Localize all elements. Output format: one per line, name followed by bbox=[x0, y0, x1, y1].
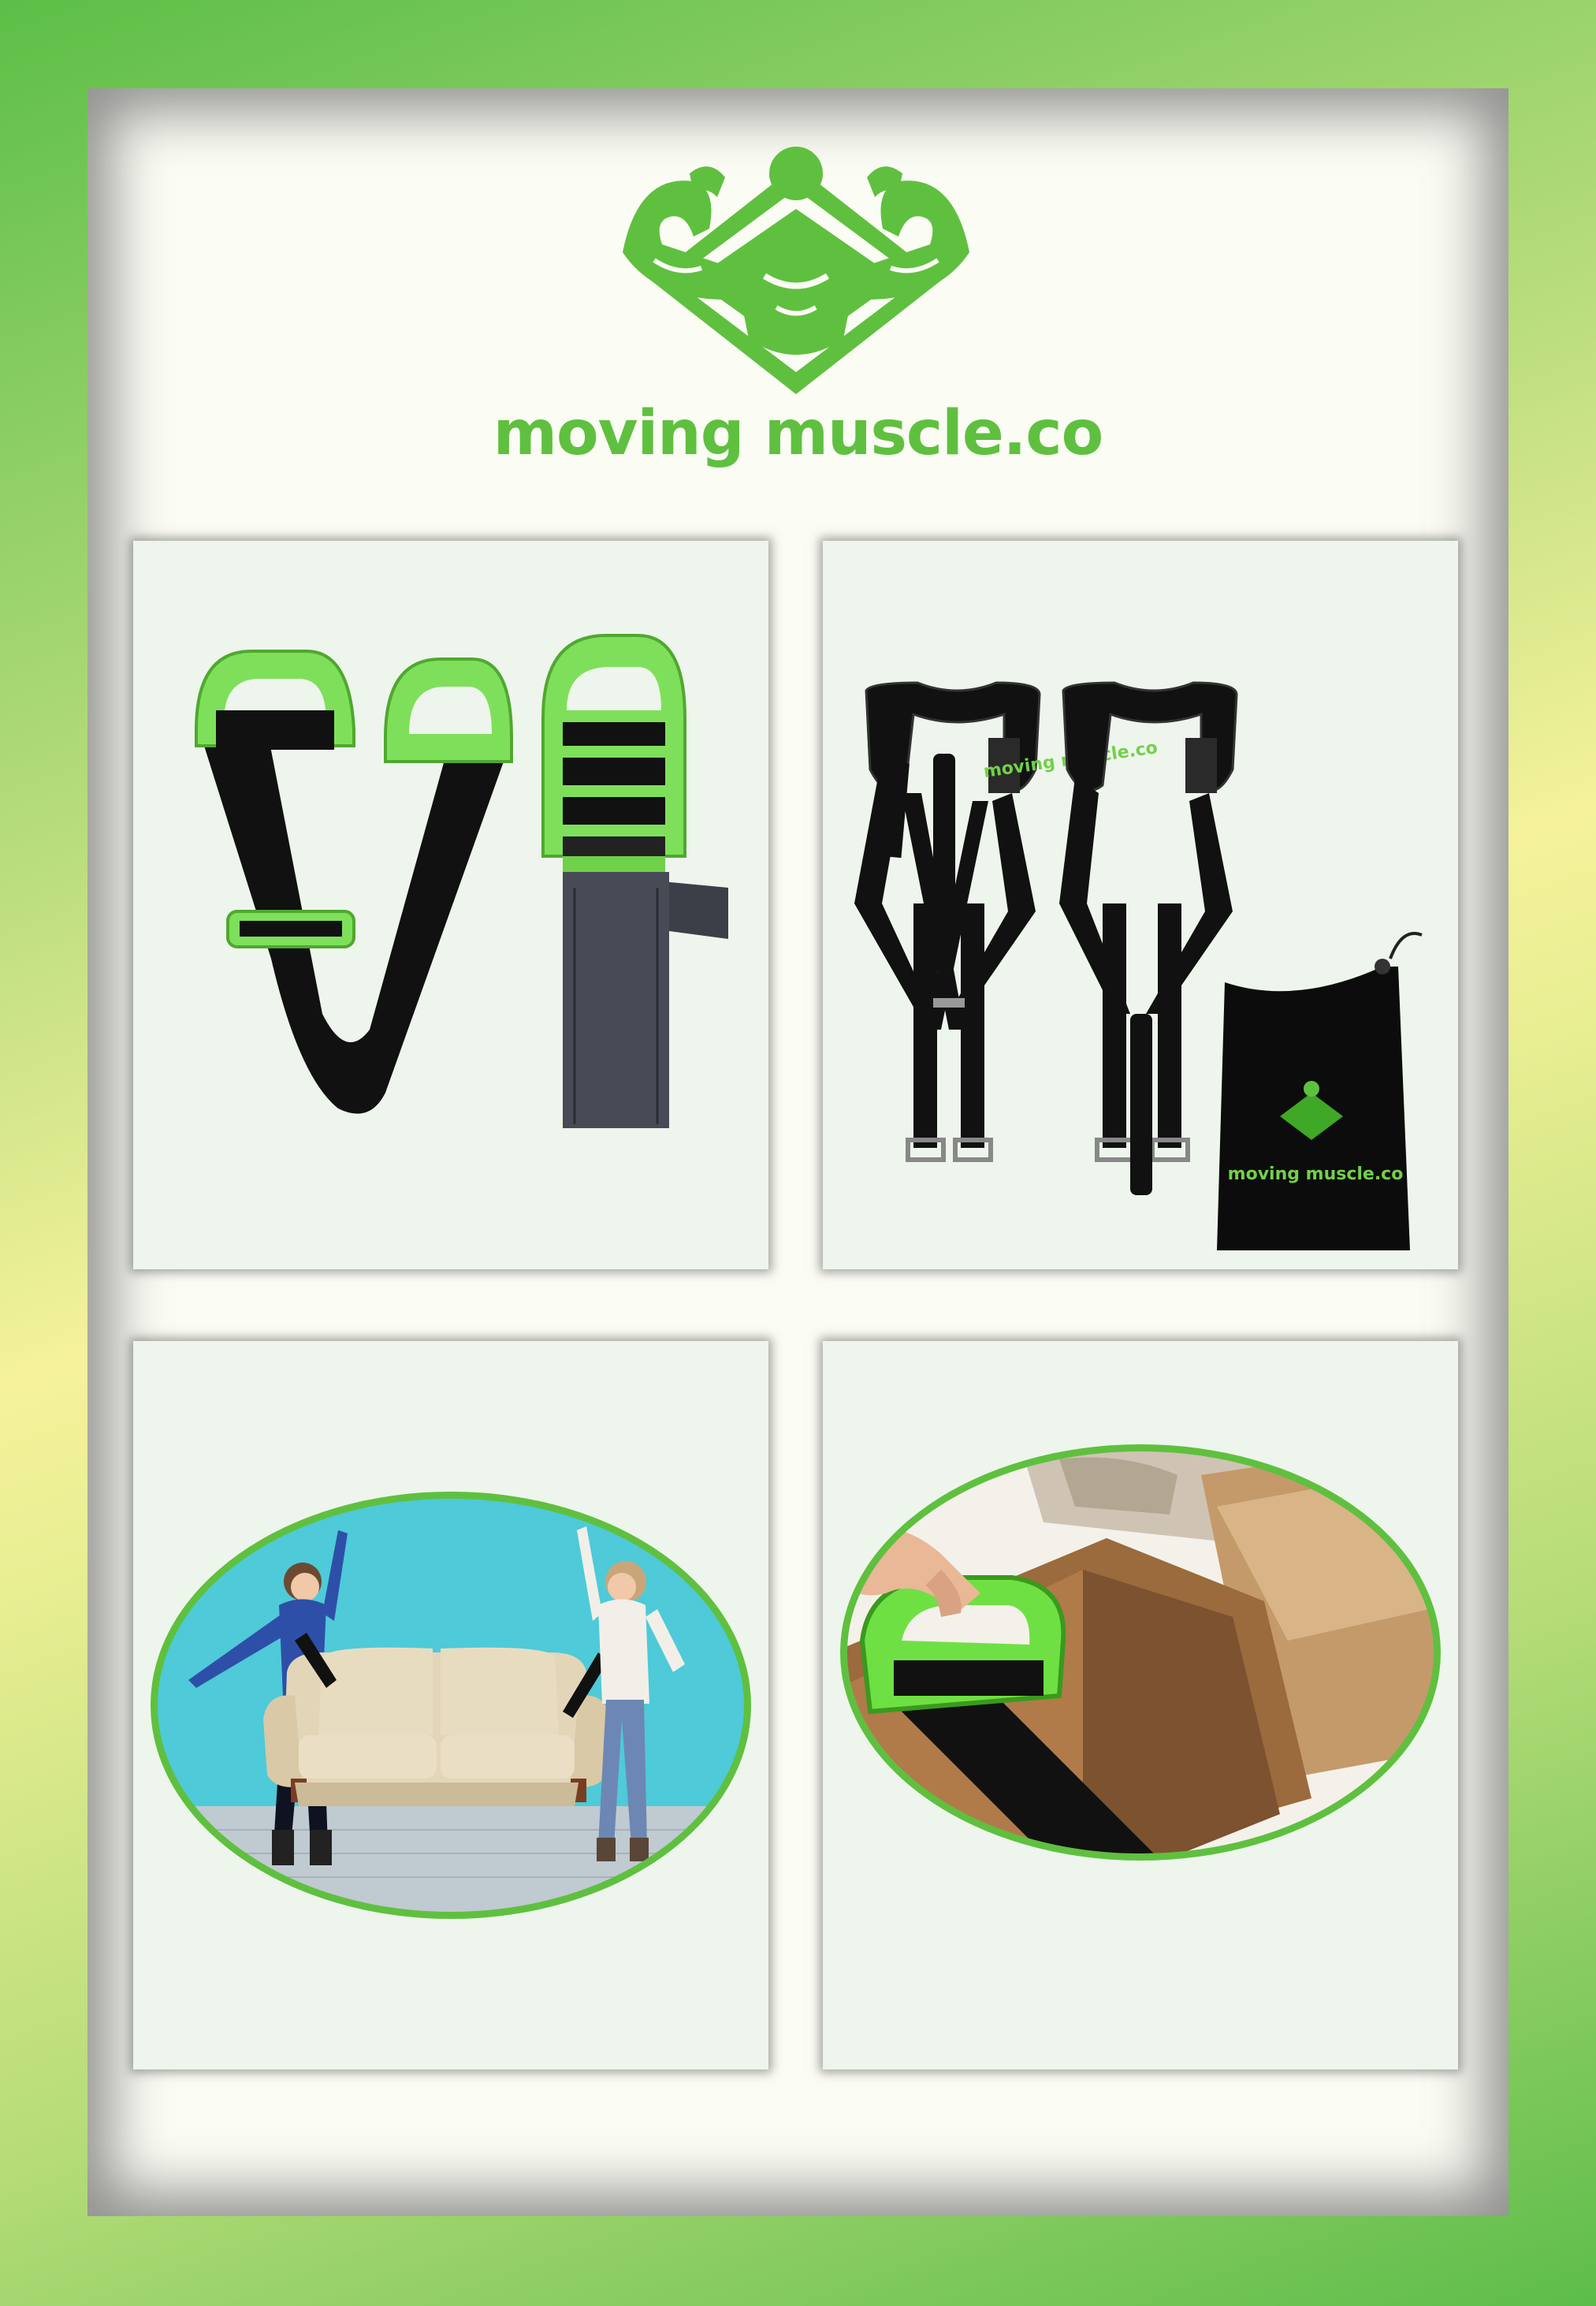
product-panel-couch-lifting bbox=[133, 1341, 768, 2069]
product-panel-shoulder-harness: moving muscle.co moving muscle.co bbox=[823, 541, 1458, 1269]
box-lifting-scene bbox=[840, 1444, 1441, 1861]
product-panel-box-lifting bbox=[823, 1341, 1458, 2069]
product-panel-lifting-straps bbox=[133, 541, 768, 1269]
bag-brand-text: moving muscle.co bbox=[1228, 1164, 1404, 1184]
shoulder-harness-icon: moving muscle.co moving muscle.co bbox=[854, 681, 1423, 1250]
brand-logo bbox=[607, 142, 985, 402]
brand-name: moving muscle.co bbox=[493, 398, 1104, 469]
lifting-straps-icon bbox=[195, 634, 728, 1128]
muscle-man-diamond-icon bbox=[623, 147, 969, 394]
couch-lifting-scene bbox=[151, 1492, 751, 1919]
